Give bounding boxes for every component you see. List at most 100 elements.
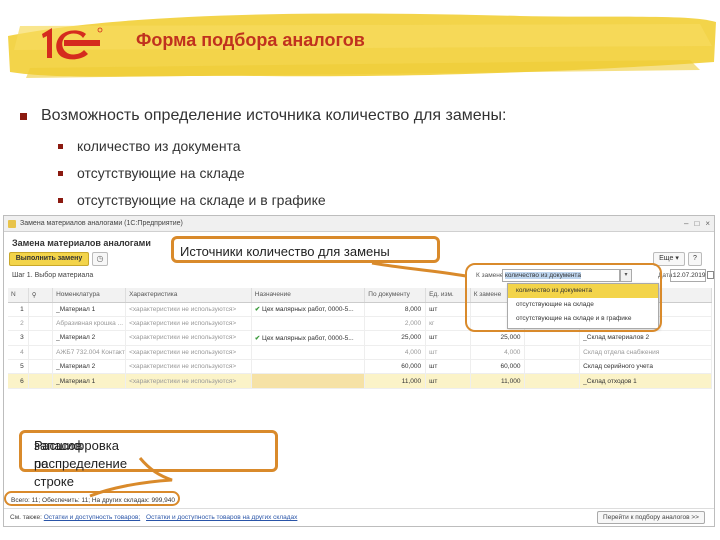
- bullet-square-icon: [20, 112, 27, 120]
- sub-bullet: отсутствующие на складе и в графике: [58, 192, 326, 208]
- purpose-cell[interactable]: [251, 316, 366, 332]
- column-header[interactable]: Ед. изм.: [425, 288, 471, 303]
- store-cell[interactable]: Склад отдела снабжения: [579, 345, 712, 361]
- doc-qty-cell[interactable]: 4,000: [364, 345, 427, 361]
- run-replace-button[interactable]: Выполнить замену: [9, 252, 89, 266]
- row-icon: [28, 330, 54, 346]
- doc-qty-cell[interactable]: 60,000: [364, 359, 427, 375]
- qty-cell[interactable]: [524, 345, 581, 361]
- table-row[interactable]: 3 _Материал 2 <характеристики не использ…: [8, 330, 712, 346]
- column-header[interactable]: Характеристика: [125, 288, 252, 303]
- date-field[interactable]: 12.07.2019: [670, 269, 706, 282]
- go-to-analogs-button[interactable]: Перейти к подбору аналогов >>: [597, 511, 705, 524]
- qty-cell[interactable]: [524, 373, 581, 389]
- sub-bullet-text: количество из документа: [77, 138, 241, 154]
- doc-qty-cell[interactable]: 8,000: [364, 302, 427, 317]
- column-header[interactable]: N: [8, 288, 29, 303]
- minimize-icon[interactable]: –: [684, 219, 688, 228]
- unit-cell: шт: [425, 330, 471, 346]
- bullet-square-icon: [58, 170, 63, 176]
- item-cell[interactable]: Абразивная крошка ...: [52, 316, 127, 332]
- app-icon: [8, 220, 16, 228]
- 1c-logo: [42, 27, 103, 60]
- sub-bullet: отсутствующие на складе: [58, 165, 245, 181]
- see-also-label: См. также:: [10, 514, 42, 521]
- item-cell[interactable]: АЖБ7 732.004 Контакт: [52, 345, 127, 361]
- store-cell[interactable]: _Склад материалов 2: [579, 330, 712, 346]
- purpose-text: Цех малярных работ, 0000-5...: [262, 334, 354, 342]
- item-cell[interactable]: _Материал 1: [52, 302, 127, 317]
- callout-line: запасов по строке: [34, 438, 83, 489]
- replace-qty-cell[interactable]: 25,000: [470, 330, 526, 346]
- column-header[interactable]: По документу: [364, 288, 427, 303]
- check-icon: ✔: [254, 306, 263, 314]
- column-header[interactable]: Назначение: [251, 288, 366, 303]
- row-number: 1: [8, 302, 29, 317]
- callout-sources-text: Источники количество для замены: [180, 244, 390, 259]
- bullet-square-icon: [58, 197, 63, 203]
- item-cell[interactable]: _Материал 2: [52, 330, 127, 346]
- help-button[interactable]: ?: [688, 252, 702, 266]
- row-icon: [28, 359, 54, 375]
- status-bar: См. также: Остатки и доступность товаров…: [4, 508, 714, 526]
- doc-qty-cell[interactable]: 2,000: [364, 316, 427, 332]
- store-cell[interactable]: Склад серийного учета: [579, 359, 712, 375]
- row-icon: [28, 373, 54, 389]
- characteristic-cell[interactable]: <характеристики не используются>: [125, 373, 252, 389]
- purpose-cell[interactable]: [251, 359, 366, 375]
- characteristic-cell[interactable]: <характеристики не используются>: [125, 330, 252, 346]
- doc-qty-cell[interactable]: 25,000: [364, 330, 427, 346]
- main-bullet: Возможность определение источника количе…: [20, 107, 506, 125]
- characteristic-cell[interactable]: <характеристики не используются>: [125, 302, 252, 317]
- characteristic-cell[interactable]: <характеристики не используются>: [125, 316, 252, 332]
- check-icon: ✔: [254, 334, 263, 342]
- table-row[interactable]: 5 _Материал 2 <характеристики не использ…: [8, 359, 712, 375]
- form-title: Замена материалов аналогами: [12, 238, 151, 248]
- characteristic-cell[interactable]: <характеристики не используются>: [125, 345, 252, 361]
- main-bullet-text: Возможность определение источника количе…: [41, 107, 507, 124]
- callout-sources: Источники количество для замены: [171, 236, 440, 263]
- callout-breakdown: Расшифровка распределение запасов по стро…: [19, 430, 278, 489]
- store-cell[interactable]: _Склад отходов 1: [579, 373, 712, 389]
- row-icon: [28, 345, 54, 361]
- item-cell[interactable]: _Материал 1: [52, 373, 127, 389]
- item-cell[interactable]: _Материал 2: [52, 359, 127, 375]
- other-warehouses-link[interactable]: Остатки и доступность товаров на других …: [146, 514, 297, 521]
- qty-cell[interactable]: [524, 330, 581, 346]
- summary-highlight-ring: [4, 491, 180, 506]
- column-header[interactable]: Номенклатура: [52, 288, 127, 303]
- sub-bullet: количество из документа: [58, 138, 241, 154]
- purpose-cell[interactable]: [251, 345, 366, 361]
- column-header-icon[interactable]: ⚲: [28, 288, 54, 303]
- maximize-icon[interactable]: □: [694, 219, 699, 228]
- slide-title: Форма подбора аналогов: [136, 30, 365, 50]
- bullet-square-icon: [58, 143, 63, 149]
- purpose-cell[interactable]: ✔ Цех малярных работ, 0000-5...: [251, 302, 366, 317]
- sub-bullet-text: отсутствующие на складе: [77, 165, 245, 181]
- characteristic-cell[interactable]: <характеристики не используются>: [125, 359, 252, 375]
- unit-cell: шт: [425, 345, 471, 361]
- unit-cell: шт: [425, 359, 471, 375]
- row-number: 6: [8, 373, 29, 389]
- purpose-text: Цех малярных работ, 0000-5...: [262, 306, 354, 314]
- unit-cell: кг: [425, 316, 471, 332]
- window-title: Замена материалов аналогами (1С:Предприя…: [20, 220, 183, 227]
- purpose-cell[interactable]: ✔ Цех малярных работ, 0000-5...: [251, 330, 366, 346]
- row-number: 5: [8, 359, 29, 375]
- table-row-selected[interactable]: 6 _Материал 1 <характеристики не использ…: [8, 373, 712, 389]
- calendar-icon[interactable]: [707, 271, 714, 279]
- row-number: 4: [8, 345, 29, 361]
- replace-qty-cell[interactable]: 4,000: [470, 345, 526, 361]
- close-icon[interactable]: ×: [705, 219, 710, 228]
- replace-qty-cell[interactable]: 11,000: [470, 373, 526, 389]
- purpose-cell[interactable]: [251, 373, 366, 389]
- history-icon[interactable]: ◷: [92, 252, 108, 266]
- step-label: Шаг 1. Выбор материала: [12, 272, 94, 279]
- qty-cell[interactable]: [524, 359, 581, 375]
- stock-availability-link[interactable]: Остатки и доступность товаров;: [44, 514, 140, 521]
- unit-cell: шт: [425, 373, 471, 389]
- see-also: См. также: Остатки и доступность товаров…: [10, 514, 301, 521]
- table-row[interactable]: 4 АЖБ7 732.004 Контакт <характеристики н…: [8, 345, 712, 361]
- doc-qty-cell[interactable]: 11,000: [364, 373, 427, 389]
- replace-qty-cell[interactable]: 60,000: [470, 359, 526, 375]
